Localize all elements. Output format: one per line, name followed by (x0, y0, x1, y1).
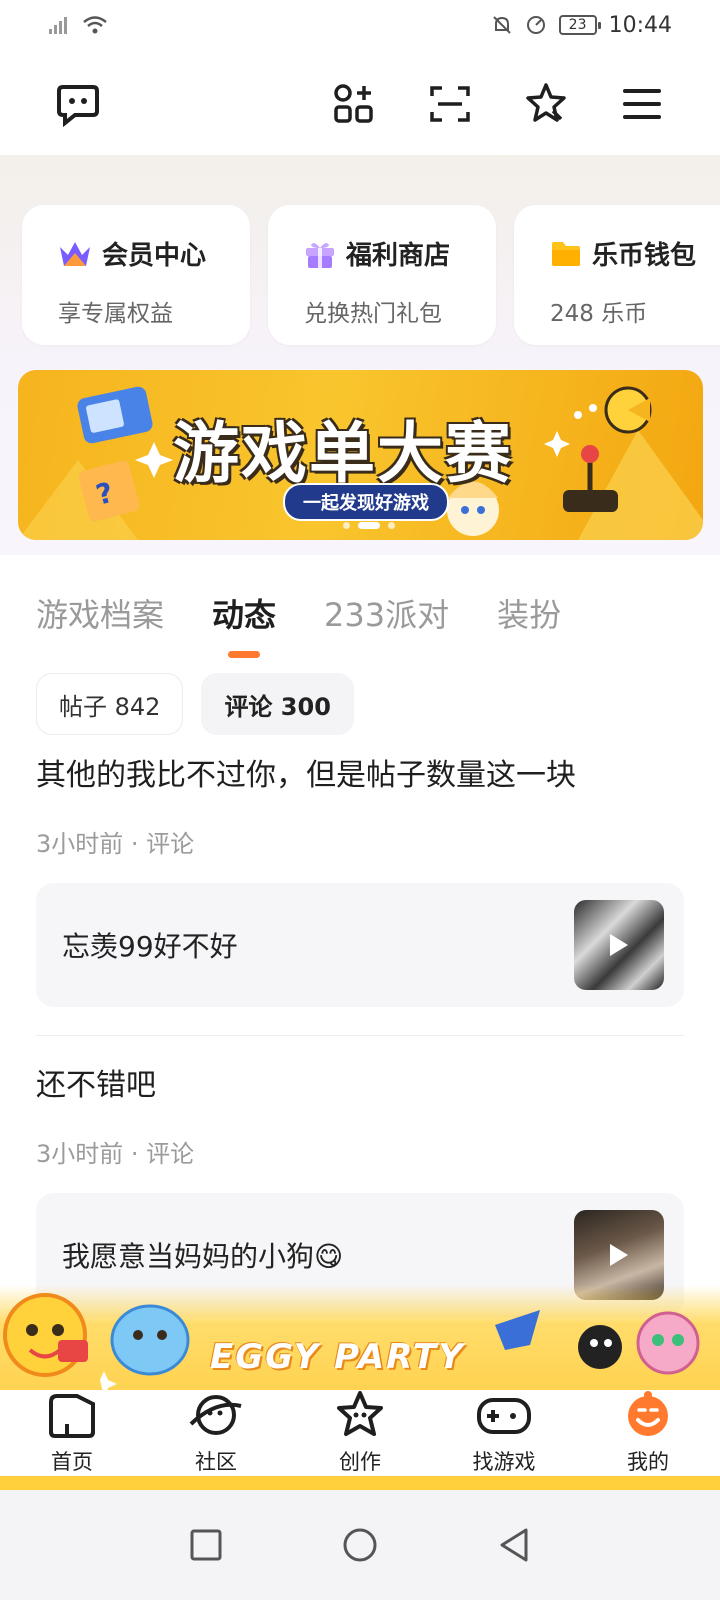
crown-icon (60, 241, 90, 266)
nav-me[interactable]: 我的 (588, 1390, 708, 1476)
promo-banner[interactable]: ? 游戏单大赛 一起发现好游戏 (18, 370, 703, 540)
filter-chips: 帖子 842 评论 300 (36, 673, 354, 735)
wallet-icon (552, 241, 580, 266)
nav-label: 创作 (339, 1450, 381, 1474)
tab-activity[interactable]: 动态 (212, 590, 276, 636)
profile-tabs: 游戏档案 动态 233派对 装扮 (36, 590, 561, 636)
card-subtitle: 兑换热门礼包 (304, 301, 442, 327)
nav-home[interactable]: 首页 (12, 1390, 132, 1476)
carousel-dot (388, 522, 395, 529)
nav-label: 找游戏 (472, 1450, 536, 1474)
play-icon (610, 934, 628, 956)
list-item[interactable]: 还不错吧 3小时前 · 评论 我愿意当妈妈的小狗😋 (36, 1035, 684, 1317)
gift-icon (306, 242, 334, 268)
quoted-post-title: 忘羡99好不好 (62, 930, 238, 963)
video-thumbnail[interactable] (574, 900, 664, 990)
comment-meta: 3小时前 · 评论 (36, 830, 195, 858)
home-circle-icon[interactable] (342, 1527, 378, 1563)
list-item[interactable]: 其他的我比不过你，但是帖子数量这一块 3小时前 · 评论 忘羡99好不好 (36, 750, 684, 1007)
card-subtitle: 享专属权益 (58, 301, 173, 327)
speed-gauge-icon (526, 16, 545, 34)
bottom-nav: 首页 社区 创作 找游戏 我的 (0, 1390, 720, 1490)
welfare-shop-card[interactable]: 福利商店 兑换热门礼包 (268, 205, 496, 345)
apps-grid-icon[interactable] (326, 76, 382, 132)
nav-community[interactable]: 社区 (156, 1390, 276, 1476)
battery-icon: 23 (558, 15, 601, 35)
top-toolbar (0, 60, 720, 148)
comment-text: 还不错吧 (36, 1068, 156, 1103)
signal-icon (49, 17, 67, 34)
scan-icon[interactable] (422, 76, 478, 132)
system-nav-bar (0, 1490, 720, 1600)
tab-dress-up[interactable]: 装扮 (497, 590, 561, 636)
nav-label: 我的 (627, 1450, 669, 1474)
star-badge-icon[interactable] (518, 76, 574, 132)
comment-text: 其他的我比不过你，但是帖子数量这一块 (36, 758, 576, 793)
carousel-indicator (343, 522, 395, 529)
card-subtitle: 248 乐币 (550, 301, 648, 327)
tab-233-party[interactable]: 233派对 (324, 590, 449, 636)
nav-label: 首页 (51, 1450, 93, 1474)
quick-cards: 会员中心 享专属权益 福利商店 兑换热门礼包 乐币钱包 248 乐币 (22, 205, 720, 345)
wifi-icon (83, 16, 107, 34)
coin-wallet-card[interactable]: 乐币钱包 248 乐币 (514, 205, 720, 345)
gamepad-icon (477, 1398, 531, 1434)
recent-apps-icon[interactable] (189, 1528, 223, 1562)
star-create-icon (337, 1391, 383, 1436)
carousel-dot (343, 522, 350, 529)
promo-title: EGGY PARTY (210, 1337, 465, 1377)
banner-subtitle: 一起发现好游戏 (283, 483, 449, 521)
status-bar: 23 10:44 (0, 0, 720, 50)
clock: 10:44 (608, 12, 672, 38)
chip-posts[interactable]: 帖子 842 (36, 673, 184, 735)
comment-feed: 其他的我比不过你，但是帖子数量这一块 3小时前 · 评论 忘羡99好不好 还不错… (36, 750, 684, 1317)
mute-bell-icon (492, 16, 511, 34)
nav-find-games[interactable]: 找游戏 (444, 1390, 564, 1476)
quoted-post[interactable]: 忘羡99好不好 (36, 883, 684, 1007)
profile-face-icon (628, 1391, 668, 1436)
chip-comments[interactable]: 评论 300 (201, 673, 354, 735)
carousel-dot-active (358, 522, 380, 529)
nav-label: 社区 (195, 1450, 237, 1474)
tab-game-archive[interactable]: 游戏档案 (36, 590, 164, 636)
member-center-card[interactable]: 会员中心 享专属权益 (22, 205, 250, 345)
nav-create[interactable]: 创作 (300, 1390, 420, 1476)
back-icon[interactable] (497, 1527, 531, 1563)
profile-content: 游戏档案 动态 233派对 装扮 帖子 842 评论 300 其他的我比不过你，… (0, 560, 720, 1390)
chat-bubble-icon[interactable] (50, 76, 106, 132)
comment-meta: 3小时前 · 评论 (36, 1140, 195, 1168)
eggy-party-promo[interactable]: EGGY PARTY (0, 1285, 720, 1395)
quoted-post-title: 我愿意当妈妈的小狗😋 (62, 1240, 344, 1273)
card-title: 乐币钱包 (592, 241, 697, 271)
card-title: 福利商店 (346, 241, 451, 271)
play-icon (610, 1244, 628, 1266)
card-title: 会员中心 (102, 241, 207, 271)
banner-title: 游戏单大赛 (173, 415, 513, 492)
menu-icon[interactable] (614, 76, 670, 132)
home-icon (49, 1394, 95, 1438)
planet-icon (189, 1395, 242, 1435)
